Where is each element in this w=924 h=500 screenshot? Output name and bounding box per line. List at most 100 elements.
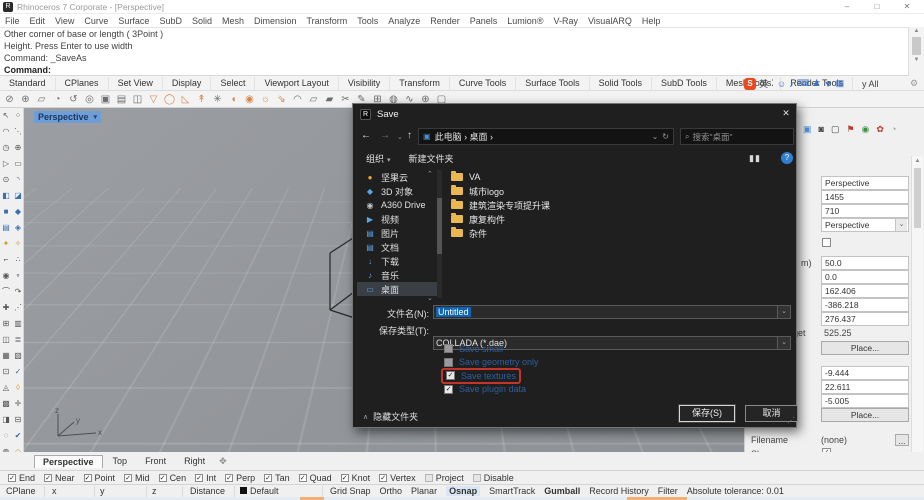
tool-icon[interactable]: ↖	[0, 108, 12, 124]
ime-icon[interactable]: S	[744, 77, 756, 90]
menu-item[interactable]: Tools	[352, 16, 383, 26]
ime-icon[interactable]: ⁚	[771, 78, 774, 89]
rotation-field[interactable]: 0.0	[821, 270, 909, 284]
filename-input[interactable]: Untitled ⌄	[433, 305, 791, 319]
status-toggle[interactable]: Record History	[589, 486, 649, 496]
osnap-checkbox[interactable]	[472, 473, 481, 482]
panel-scrollbar[interactable]: ▲	[911, 156, 923, 468]
toolbar-tab[interactable]: Solid Tools	[590, 76, 652, 90]
tool-icon[interactable]: ◊	[12, 380, 24, 396]
osnap-checkbox[interactable]	[379, 473, 388, 482]
sidebar-collapse-icon[interactable]: ⌃	[427, 170, 433, 178]
tool-icon[interactable]: ▥	[12, 316, 24, 332]
osnap-toggle[interactable]: Point	[83, 473, 115, 483]
viewport-tab[interactable]: Top	[105, 455, 136, 467]
sidebar-place-item[interactable]: ▭ 桌面	[357, 282, 437, 296]
address-dropdown-icon[interactable]: ⌄	[652, 132, 659, 141]
toolbar-tab[interactable]: Visibility	[339, 76, 391, 90]
panel-icon[interactable]: ✿	[876, 124, 884, 135]
search-box[interactable]: ⌕	[680, 128, 794, 145]
sidebar-place-item[interactable]: ♪ 音乐	[357, 268, 437, 282]
viewport-width-field[interactable]: 1455	[821, 190, 909, 204]
toolbar-icon[interactable]: ⊘	[3, 92, 16, 107]
option-checkbox[interactable]	[444, 344, 453, 354]
toolbar-tab[interactable]: Set View	[109, 76, 163, 90]
toolbar-icon[interactable]: ◺	[179, 92, 192, 107]
status-toggle[interactable]: Osnap	[446, 486, 481, 496]
target-x-field[interactable]: -9.444	[821, 366, 909, 380]
toolbar-icon[interactable]: ▤	[115, 92, 128, 107]
browse-button[interactable]: ...	[895, 434, 909, 446]
osnap-checkbox[interactable]	[298, 473, 307, 482]
sidebar-place-item[interactable]: ▶ 视频	[357, 212, 437, 226]
tool-icon[interactable]: ∴	[12, 252, 24, 268]
scroll-thumb[interactable]	[914, 168, 921, 228]
toolbar-icon[interactable]: ▰	[323, 92, 336, 107]
osnap-toggle[interactable]: Quad	[298, 473, 332, 483]
menu-item[interactable]: Solid	[187, 16, 217, 26]
resize-grip[interactable]: ⋰	[787, 416, 795, 425]
camera-z-field[interactable]: 276.437	[821, 312, 909, 326]
scroll-down-icon[interactable]: ▼	[909, 56, 924, 65]
refresh-icon[interactable]: ↻	[662, 132, 669, 141]
ime-icon[interactable]: ⌨	[797, 78, 810, 89]
tool-icon[interactable]: ▭	[12, 156, 24, 172]
tool-icon[interactable]: ▤	[0, 220, 12, 236]
option-checkbox[interactable]	[444, 357, 453, 367]
menu-item[interactable]: Render	[425, 16, 465, 26]
menu-item[interactable]: Help	[637, 16, 666, 26]
tool-icon[interactable]: ⋰	[12, 300, 24, 316]
scroll-thumb[interactable]	[912, 37, 921, 55]
back-icon[interactable]: ←	[361, 130, 371, 141]
sidebar-place-item[interactable]: ◉ A360 Drive	[357, 198, 437, 212]
tool-icon[interactable]: ✓	[12, 364, 24, 380]
toolbar-icon[interactable]: ✂	[339, 92, 352, 107]
tool-icon[interactable]: ◫	[0, 332, 12, 348]
command-history[interactable]: Other corner of base or length ( 3Point …	[0, 27, 924, 76]
osnap-toggle[interactable]: Perp	[225, 473, 255, 483]
osnap-checkbox[interactable]	[158, 473, 167, 482]
toolbar-tab[interactable]: Surface Tools	[516, 76, 590, 90]
status-toggle[interactable]: SmartTrack	[489, 486, 535, 496]
viewport-tab[interactable]: Right	[176, 455, 213, 467]
command-scrollbar[interactable]: ▲ ▼	[908, 27, 924, 76]
ime-icon[interactable]: 英	[759, 77, 768, 90]
folder-row[interactable]: 建筑渲染专项提升课	[451, 198, 781, 212]
gear-icon[interactable]: ⚙	[910, 78, 918, 89]
recent-chevron-icon[interactable]: ⌄	[397, 133, 403, 141]
sidebar-place-item[interactable]: ↓ 下载	[357, 254, 437, 268]
minimize-button[interactable]: –	[836, 1, 858, 13]
osnap-checkbox[interactable]	[44, 473, 53, 482]
ime-icon[interactable]: ☺	[777, 79, 786, 89]
tool-icon[interactable]: ◝	[12, 172, 24, 188]
tool-icon[interactable]: ⊡	[0, 364, 12, 380]
viewport-title-tab[interactable]: Perspective ▾	[34, 111, 102, 123]
menu-item[interactable]: File	[0, 16, 25, 26]
chevron-down-icon[interactable]: ⌄	[777, 306, 790, 318]
chevron-down-icon[interactable]: ▾	[94, 113, 98, 121]
toolbar-tab[interactable]: Standard	[0, 76, 56, 90]
toolbar-icon[interactable]: ▣	[99, 92, 112, 107]
viewport-tab-active[interactable]: Perspective	[34, 454, 103, 468]
toolbar-icon[interactable]: ◯	[163, 92, 176, 107]
tool-icon[interactable]: ⊞	[0, 316, 12, 332]
save-option[interactable]: Save geometry only	[441, 356, 542, 370]
toolbar-tab[interactable]: SubD Tools	[652, 76, 717, 90]
osnap-toggle[interactable]: Int	[195, 473, 216, 483]
tool-icon[interactable]: ◠	[0, 124, 12, 140]
close-button[interactable]: ✕	[896, 1, 918, 13]
toolbar-icon[interactable]: ✳	[211, 92, 224, 107]
toolbar-icon[interactable]: ↟	[195, 92, 208, 107]
new-folder-button[interactable]: 新建文件夹	[409, 152, 454, 165]
folder-row[interactable]: VA	[451, 170, 781, 184]
layer-cell[interactable]: Default	[240, 486, 279, 496]
tool-icon[interactable]: ◪	[12, 188, 24, 204]
cplane-cell[interactable]: CPlane	[6, 486, 36, 496]
menu-item[interactable]: Surface	[113, 16, 154, 26]
tool-icon[interactable]: ▦	[0, 348, 12, 364]
status-toggle[interactable]: Filter	[658, 486, 678, 496]
lens-length-field[interactable]: 50.0	[821, 256, 909, 270]
tool-icon[interactable]: ✦	[0, 236, 12, 252]
chevron-down-icon[interactable]: ⌄	[777, 337, 790, 349]
tool-icon[interactable]: ◌	[0, 428, 12, 444]
